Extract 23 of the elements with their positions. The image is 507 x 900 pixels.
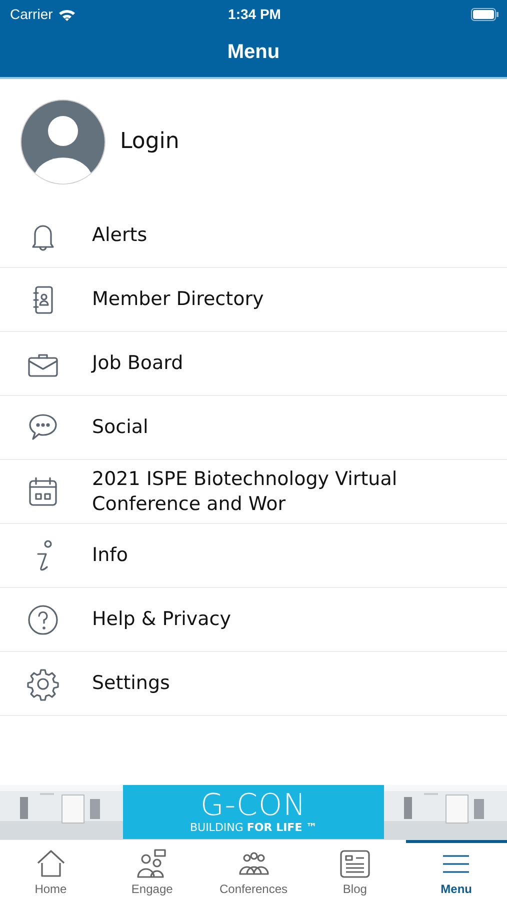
tab-bar-item[interactable]: Conferences [202, 840, 304, 900]
drawer-link[interactable]: Social [92, 415, 148, 440]
banner-tagline: BUILDING FOR LIFE ™ [190, 820, 318, 834]
drawer-link[interactable]: 2021 ISPE Biotechnology Virtual Conference and Wor [92, 466, 507, 516]
tab-bar-item[interactable]: Blog [304, 840, 406, 900]
tab-bar-item[interactable]: Menu [406, 840, 507, 900]
drawer-link[interactable]: Info [92, 543, 128, 568]
wifi-icon [58, 8, 76, 20]
carrier-name: Carrier [10, 6, 53, 22]
tab-bar-item[interactable]: Engage [101, 840, 203, 900]
screen-title: Menu [227, 41, 280, 64]
drawer-link[interactable]: Alerts [92, 223, 148, 248]
drawer-link[interactable]: Member Directory [92, 287, 264, 312]
drawer-link[interactable]: Job Board [92, 351, 184, 376]
newspaper-icon [338, 848, 372, 880]
drawer-link[interactable]: Help & Privacy [92, 607, 232, 632]
battery-icon [470, 8, 499, 20]
avatar-icon[interactable] [20, 98, 106, 184]
drawer-link[interactable]: Settings [92, 671, 170, 696]
status-time: 1:34 PM [228, 6, 281, 22]
login-link[interactable]: Login [120, 129, 180, 154]
tab-bar-item[interactable]: Home [0, 840, 102, 900]
banner-logo: G-CON [200, 790, 307, 820]
